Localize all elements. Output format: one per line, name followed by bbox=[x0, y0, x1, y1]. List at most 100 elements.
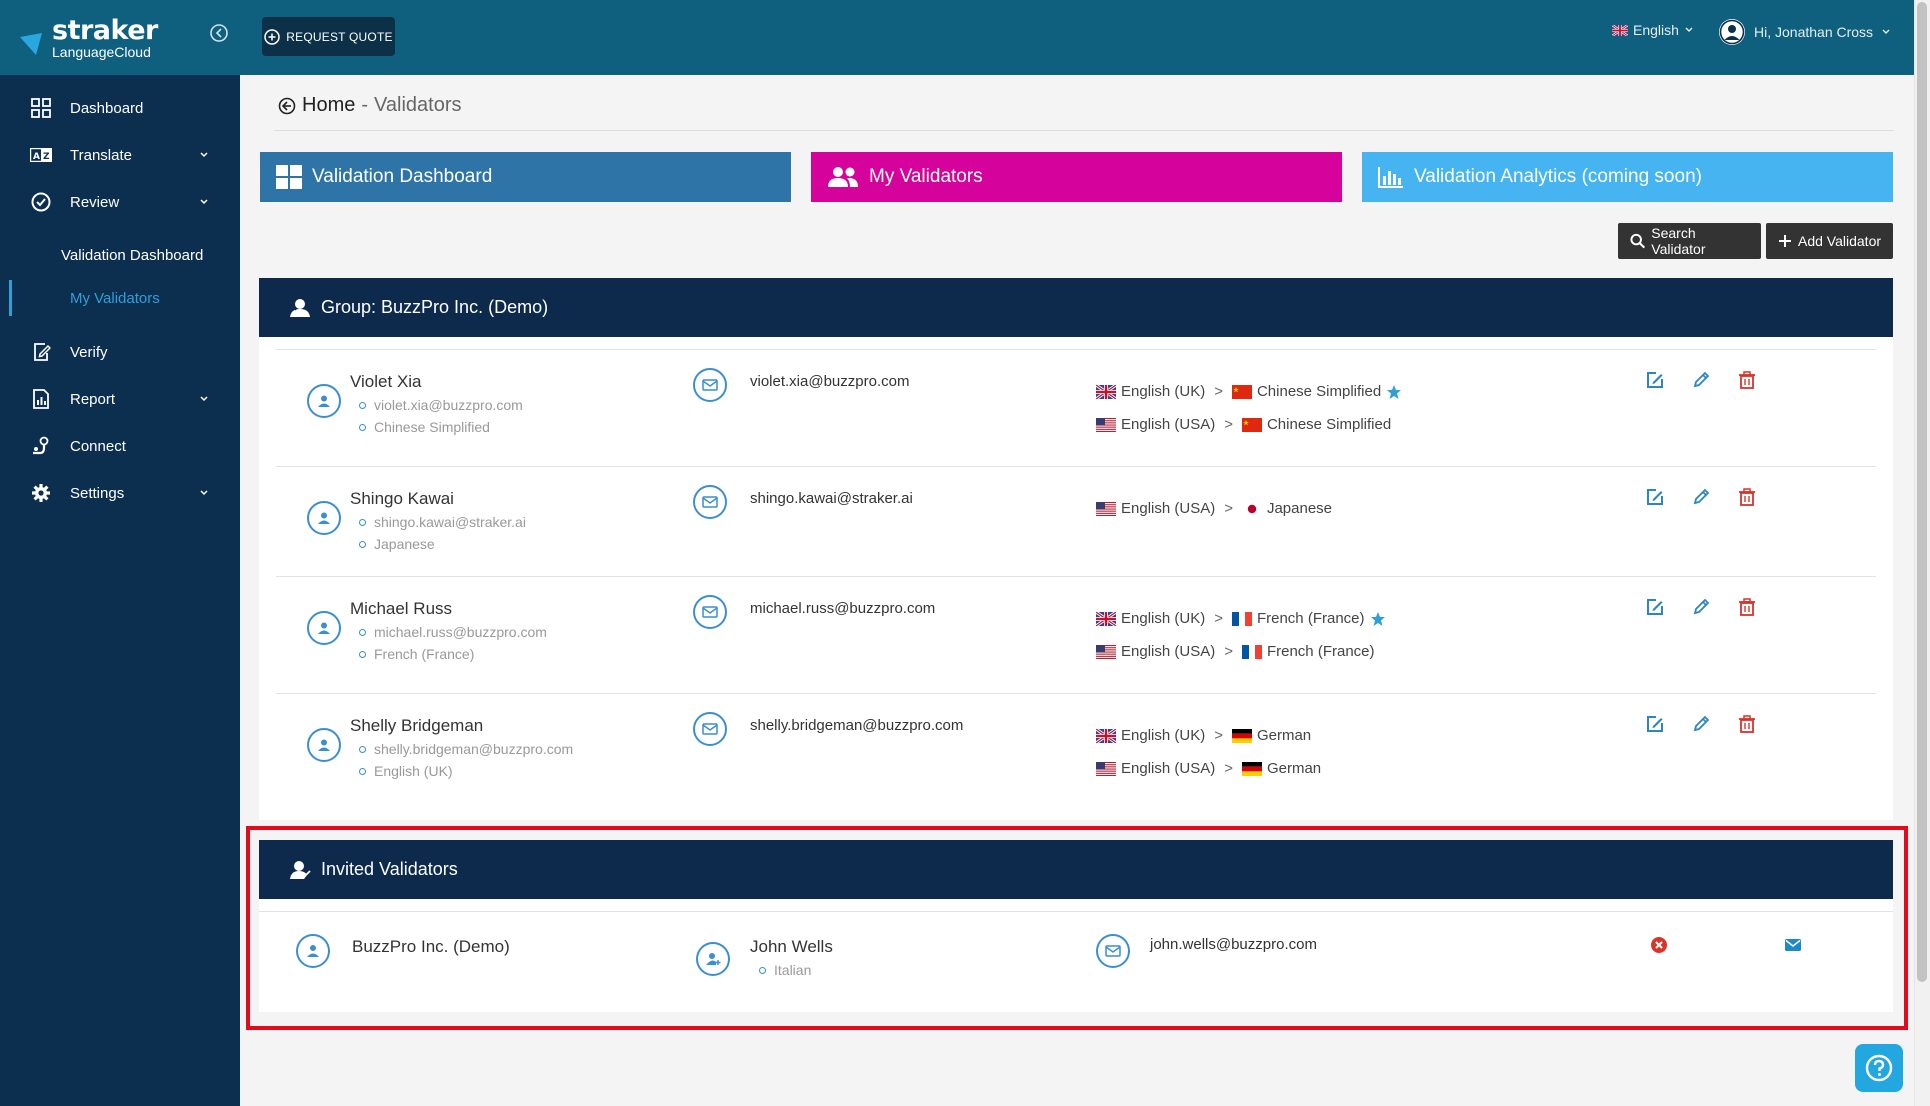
validator-email: violet.xia@buzzpro.com bbox=[750, 373, 910, 390]
validator-name: Shelly Bridgeman bbox=[350, 716, 484, 735]
sidebar-item-label: Connect bbox=[70, 437, 126, 455]
germany-flag-icon bbox=[1241, 761, 1262, 776]
language-selector[interactable]: English bbox=[1612, 22, 1694, 38]
sidebar-item-settings[interactable]: Settings bbox=[0, 470, 240, 516]
arrow-right-icon: > bbox=[1224, 416, 1233, 433]
dashboard-tiles-icon bbox=[276, 165, 302, 189]
search-validator-label: Search Validator bbox=[1651, 225, 1706, 257]
tab-label: Validation Dashboard bbox=[312, 166, 493, 187]
validator-language-sub: French (France) bbox=[359, 646, 474, 662]
language-pair: English (USA) > Japanese bbox=[1096, 500, 1332, 517]
validator-email-sub: shelly.bridgeman@buzzpro.com bbox=[359, 741, 573, 757]
bullet-icon bbox=[359, 518, 366, 526]
logo[interactable]: straker LanguageCloud bbox=[0, 0, 240, 75]
uk-flag-icon bbox=[1096, 384, 1116, 399]
us-flag-icon bbox=[1096, 501, 1116, 516]
sidebar-item-review[interactable]: Review bbox=[0, 179, 240, 225]
chevron-down-icon bbox=[1685, 27, 1693, 32]
breadcrumb-home[interactable]: Home bbox=[302, 94, 355, 117]
sidebar-item-dashboard[interactable]: Dashboard bbox=[0, 85, 240, 131]
tab-my-validators[interactable]: My Validators bbox=[811, 152, 1342, 202]
edit-icon[interactable] bbox=[1646, 371, 1664, 389]
chevron-down-icon bbox=[200, 199, 208, 205]
request-quote-button[interactable]: REQUEST QUOTE bbox=[262, 17, 395, 56]
pencil-icon[interactable] bbox=[1692, 488, 1710, 506]
source-language: English (UK) bbox=[1121, 383, 1206, 400]
sidebar-subitem-validation-dashboard[interactable]: Validation Dashboard bbox=[0, 237, 240, 273]
scrollbar-thumb[interactable] bbox=[1917, 2, 1927, 982]
validator-email-text: shingo.kawai@straker.ai bbox=[374, 514, 526, 530]
table-row: Shelly Bridgeman shelly.bridgeman@buzzpr… bbox=[276, 693, 1876, 810]
logo-mark-icon bbox=[20, 32, 42, 55]
language-pair: English (USA) > Chinese Simplified bbox=[1096, 416, 1391, 433]
sidebar-item-label: Translate bbox=[70, 146, 132, 164]
validator-email: shingo.kawai@straker.ai bbox=[750, 490, 913, 507]
breadcrumb-separator: - bbox=[361, 94, 369, 116]
sidebar-item-report[interactable]: Report bbox=[0, 376, 240, 422]
arrow-right-icon: > bbox=[1224, 500, 1233, 517]
table-row: Michael Russ michael.russ@buzzpro.com Fr… bbox=[276, 576, 1876, 693]
language-pair: English (USA) > French (France) bbox=[1096, 643, 1375, 660]
edit-icon[interactable] bbox=[1646, 488, 1664, 506]
translate-icon: AZ bbox=[30, 144, 52, 166]
users-icon bbox=[828, 167, 858, 187]
target-language: Japanese bbox=[1266, 500, 1333, 517]
sidebar-subitem-label: Validation Dashboard bbox=[61, 246, 204, 264]
top-bar: straker LanguageCloud REQUEST QUOTE Engl… bbox=[0, 0, 1930, 75]
check-circle-icon bbox=[30, 191, 52, 213]
japan-flag-icon bbox=[1241, 501, 1262, 516]
edit-icon[interactable] bbox=[1646, 715, 1664, 733]
pencil-icon[interactable] bbox=[1692, 715, 1710, 733]
back-arrow-icon[interactable] bbox=[278, 97, 296, 115]
question-icon bbox=[1865, 1054, 1893, 1082]
validator-email-text: michael.russ@buzzpro.com bbox=[374, 624, 547, 640]
validator-email: shelly.bridgeman@buzzpro.com bbox=[750, 717, 964, 734]
validator-email-text: shelly.bridgeman@buzzpro.com bbox=[374, 741, 574, 757]
report-icon bbox=[30, 388, 52, 410]
target-language: French (France) bbox=[1256, 610, 1365, 627]
sidebar-item-label: Dashboard bbox=[70, 99, 144, 117]
edit-icon[interactable] bbox=[1646, 598, 1664, 616]
tab-validation-dashboard[interactable]: Validation Dashboard bbox=[260, 152, 791, 202]
language-pair: English (UK) > French (France) bbox=[1096, 610, 1386, 627]
pencil-icon[interactable] bbox=[1692, 371, 1710, 389]
tab-label: My Validators bbox=[869, 166, 983, 187]
user-menu[interactable]: Hi, Jonathan Cross bbox=[1718, 18, 1891, 46]
bullet-icon bbox=[359, 650, 366, 658]
connect-icon bbox=[30, 435, 52, 457]
validator-language-text: Japanese bbox=[374, 536, 435, 552]
trash-icon[interactable] bbox=[1738, 488, 1756, 506]
arrow-right-icon: > bbox=[1224, 643, 1233, 660]
target-language: Chinese Simplified bbox=[1256, 383, 1382, 400]
plus-circle-icon bbox=[264, 28, 281, 45]
trash-icon[interactable] bbox=[1738, 715, 1756, 733]
help-button[interactable] bbox=[1855, 1044, 1903, 1092]
target-language: French (France) bbox=[1266, 643, 1375, 660]
source-language: English (USA) bbox=[1121, 643, 1216, 660]
validator-name: Shingo Kawai bbox=[350, 489, 454, 508]
search-validator-button[interactable]: Search Validator bbox=[1618, 223, 1761, 259]
sidebar-item-translate[interactable]: AZ Translate bbox=[0, 132, 240, 178]
sidebar-item-verify[interactable]: Verify bbox=[0, 329, 240, 375]
star-icon bbox=[1387, 384, 1402, 399]
france-flag-icon bbox=[1241, 644, 1262, 659]
trash-icon[interactable] bbox=[1738, 371, 1756, 389]
breadcrumb: Home - Validators bbox=[278, 94, 461, 117]
add-validator-button[interactable]: Add Validator bbox=[1766, 223, 1893, 259]
source-language: English (USA) bbox=[1121, 500, 1216, 517]
tab-validation-analytics[interactable]: Validation Analytics (coming soon) bbox=[1362, 152, 1893, 202]
sidebar-subitem-my-validators[interactable]: My Validators bbox=[9, 280, 240, 316]
uk-flag-icon bbox=[1096, 728, 1116, 743]
svg-text:Z: Z bbox=[43, 152, 50, 162]
sidebar-item-label: Review bbox=[70, 193, 120, 211]
trash-icon[interactable] bbox=[1738, 598, 1756, 616]
collapse-sidebar-icon[interactable] bbox=[208, 22, 230, 44]
us-flag-icon bbox=[1096, 417, 1116, 432]
sidebar-subitem-label: My Validators bbox=[70, 289, 160, 307]
validator-language-sub: Japanese bbox=[359, 536, 435, 552]
chevron-down-icon bbox=[1882, 29, 1890, 34]
validator-language-sub: English (UK) bbox=[359, 763, 453, 779]
sidebar-item-connect[interactable]: Connect bbox=[0, 423, 240, 469]
document-edit-icon bbox=[30, 341, 52, 363]
pencil-icon[interactable] bbox=[1692, 598, 1710, 616]
